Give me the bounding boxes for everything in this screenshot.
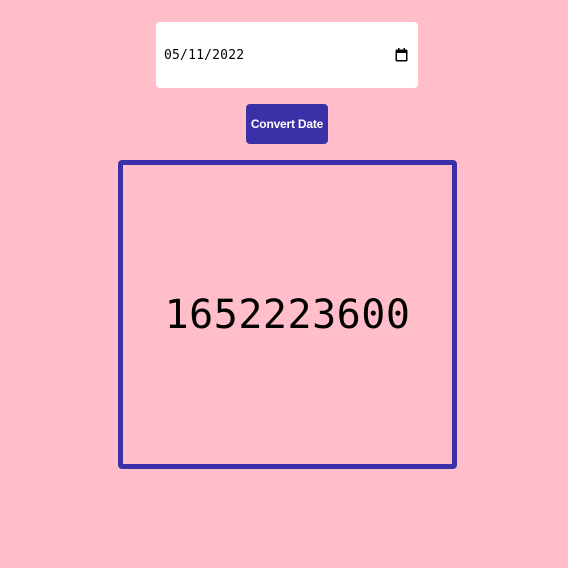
calendar-icon[interactable] [395, 48, 408, 62]
convert-date-button[interactable]: Convert Date [246, 104, 328, 144]
page: 05/11/2022 Convert Date 1652223600 [0, 0, 568, 568]
timestamp-result: 1652223600 [164, 291, 411, 338]
date-value[interactable]: 05/11/2022 [164, 48, 244, 63]
date-input[interactable]: 05/11/2022 [156, 22, 418, 88]
result-box: 1652223600 [118, 160, 457, 469]
